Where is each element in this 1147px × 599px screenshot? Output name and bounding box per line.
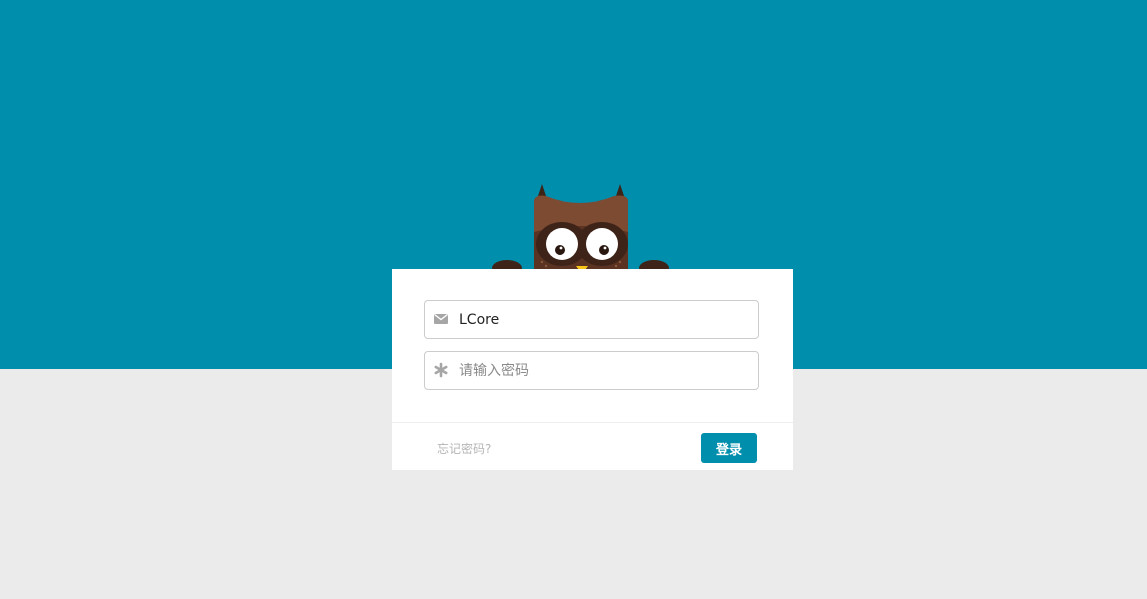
password-input[interactable]: [459, 352, 749, 389]
envelope-icon: [434, 313, 448, 324]
card-divider: [392, 422, 793, 423]
login-page: 忘记密码? 登录: [0, 0, 1147, 599]
password-field[interactable]: [424, 351, 759, 390]
login-button[interactable]: 登录: [701, 433, 757, 463]
login-card: 忘记密码? 登录: [392, 269, 793, 470]
username-input[interactable]: [459, 301, 749, 338]
asterisk-icon: [434, 362, 448, 378]
forgot-password-link[interactable]: 忘记密码?: [437, 441, 491, 457]
owl-mascot: [492, 184, 669, 276]
username-field[interactable]: [424, 300, 759, 339]
